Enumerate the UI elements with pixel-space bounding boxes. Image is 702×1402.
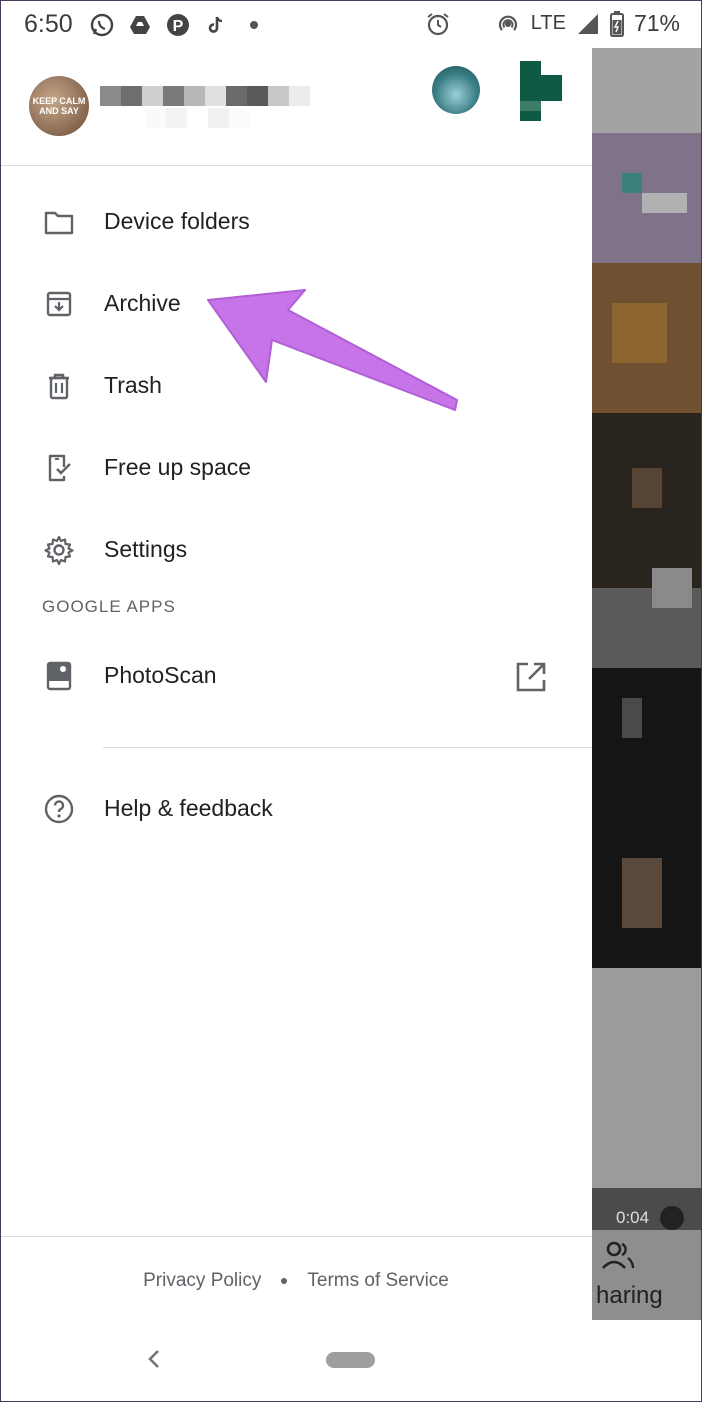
menu-item-label: PhotoScan <box>104 662 217 688</box>
system-navigation-bar <box>0 1320 702 1402</box>
folder-icon <box>44 211 74 235</box>
secondary-account-avatar[interactable] <box>432 66 480 114</box>
photoscan-icon <box>46 661 72 691</box>
status-bar: 6:50 P LTE 71% <box>0 0 702 50</box>
menu-item-trash[interactable]: Trash <box>0 345 592 427</box>
account-header: KEEP CALM AND SAY <box>0 48 592 166</box>
menu-item-label: Settings <box>104 536 188 562</box>
menu-divider <box>103 747 592 748</box>
privacy-policy-link[interactable]: Privacy Policy <box>143 1270 261 1292</box>
drive-icon <box>128 13 152 37</box>
battery-level: 71% <box>633 10 680 36</box>
tiktok-icon <box>204 13 228 37</box>
whatsapp-icon <box>90 13 114 37</box>
video-duration: 0:04 <box>616 1208 650 1227</box>
menu-item-archive[interactable]: Archive <box>0 263 592 345</box>
account-name-redacted <box>100 86 310 106</box>
menu-item-photoscan[interactable]: PhotoScan <box>0 635 592 717</box>
signal-icon <box>577 13 598 34</box>
status-time: 6:50 <box>24 10 73 38</box>
alarm-icon <box>427 12 449 35</box>
open-in-new-icon[interactable] <box>514 660 548 694</box>
trash-icon <box>49 373 69 400</box>
svg-text:P: P <box>173 18 184 35</box>
gear-icon <box>44 535 74 566</box>
tertiary-account-avatar[interactable] <box>520 61 562 121</box>
menu-item-label: Help & feedback <box>104 795 273 821</box>
people-icon <box>602 1241 635 1269</box>
battery-icon <box>609 10 624 37</box>
help-icon <box>44 794 74 824</box>
hotspot-icon <box>498 15 517 31</box>
network-type: LTE <box>530 12 566 34</box>
avatar-text: KEEP CALM AND SAY <box>32 96 86 116</box>
background-photo-grid: 0:04 <box>592 48 702 1320</box>
section-header-google-apps: GOOGLE APPS <box>0 591 592 635</box>
drawer-footer: Privacy Policy Terms of Service <box>0 1236 592 1321</box>
menu-item-settings[interactable]: Settings <box>0 509 592 591</box>
navigation-drawer: KEEP CALM AND SAY Device folders Archive… <box>0 48 592 1320</box>
archive-icon <box>46 291 72 317</box>
sharing-tab-label: haring <box>596 1282 663 1309</box>
free-up-space-icon <box>48 454 71 482</box>
notification-icons: P <box>90 13 266 37</box>
menu-item-help-feedback[interactable]: Help & feedback <box>0 768 592 850</box>
section-label: GOOGLE APPS <box>42 597 176 616</box>
account-email-redacted <box>145 108 250 128</box>
menu-item-label: Trash <box>104 372 162 398</box>
play-icon <box>660 1206 684 1230</box>
footer-separator-dot <box>281 1278 288 1284</box>
menu-item-free-up-space[interactable]: Free up space <box>0 427 592 509</box>
menu-item-label: Archive <box>104 290 181 316</box>
menu-item-device-folders[interactable]: Device folders <box>0 181 592 263</box>
menu-item-label: Free up space <box>104 454 252 480</box>
dot-icon <box>242 13 266 37</box>
terms-of-service-link[interactable]: Terms of Service <box>307 1270 448 1292</box>
status-right: LTE 71% <box>425 10 680 37</box>
pinterest-icon: P <box>166 13 190 37</box>
menu-item-label: Device folders <box>104 208 250 234</box>
back-icon[interactable] <box>143 1344 165 1374</box>
home-pill[interactable] <box>326 1352 375 1368</box>
account-avatar[interactable]: KEEP CALM AND SAY <box>29 76 89 136</box>
drawer-menu: Device folders Archive Trash Free up spa… <box>0 181 592 850</box>
